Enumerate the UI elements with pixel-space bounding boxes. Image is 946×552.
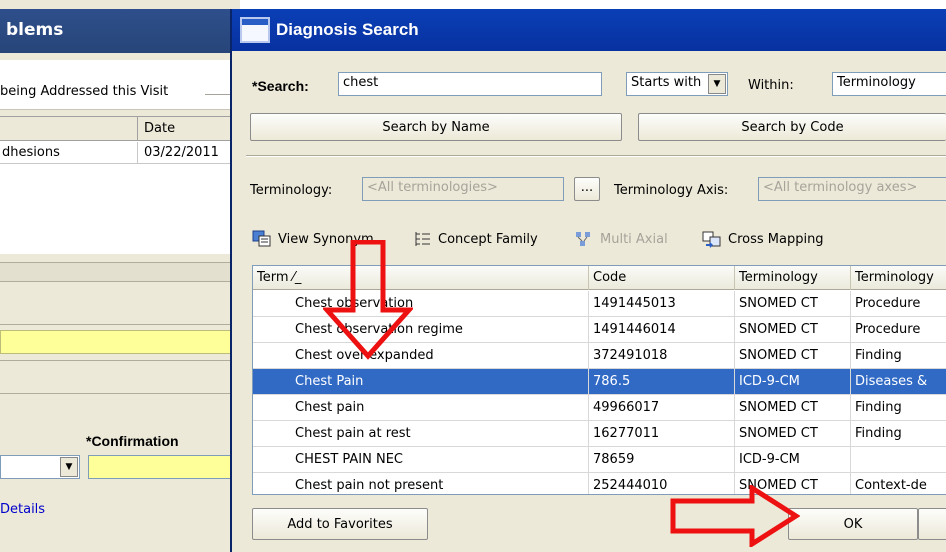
cancel-button[interactable] bbox=[918, 508, 946, 540]
confirmation-field[interactable] bbox=[88, 455, 236, 479]
terminology-column-header[interactable]: Terminology bbox=[735, 266, 851, 290]
code-cell: 78659 bbox=[589, 447, 735, 473]
search-by-name-button[interactable]: Search by Name bbox=[250, 113, 622, 141]
problems-table: Date dhesions 03/22/2011 bbox=[0, 116, 236, 254]
search-input[interactable]: chest bbox=[338, 72, 602, 96]
terminology-cell: ICD-9-CM bbox=[735, 447, 851, 473]
dialog-title-bar[interactable]: Diagnosis Search bbox=[232, 9, 946, 51]
background-dropdown[interactable]: ▼ bbox=[0, 455, 80, 479]
term-cell: Chest pain bbox=[253, 395, 589, 421]
problems-name-header[interactable] bbox=[0, 117, 138, 141]
code-cell: 49966017 bbox=[589, 395, 735, 421]
details-link[interactable]: Details bbox=[0, 502, 45, 517]
terminology-axis-label: Terminology Axis: bbox=[614, 183, 729, 198]
terminology-cell: SNOMED CT bbox=[735, 395, 851, 421]
axis-cell: Procedure bbox=[855, 296, 921, 311]
code-cell: 786.5 bbox=[589, 369, 735, 395]
background-panel-lower bbox=[0, 360, 236, 394]
add-to-favorites-button[interactable]: Add to Favorites bbox=[252, 508, 428, 540]
background-panel bbox=[0, 283, 236, 325]
match-mode-select[interactable]: Starts with ▼ bbox=[626, 72, 728, 96]
ok-button[interactable]: OK bbox=[788, 508, 918, 540]
cross-mapping-button[interactable]: Cross Mapping bbox=[702, 227, 824, 251]
dialog-title: Diagnosis Search bbox=[276, 20, 419, 39]
terminology-axis-field[interactable]: <All terminology axes> bbox=[758, 177, 946, 201]
axis-cell: Finding bbox=[855, 400, 902, 415]
table-row[interactable]: CHEST PAIN NEC 78659 ICD-9-CM bbox=[253, 447, 946, 473]
window-icon bbox=[240, 17, 270, 43]
multi-axial-icon bbox=[574, 230, 594, 248]
table-row[interactable]: Chest pain 49966017 SNOMED CT Finding bbox=[253, 395, 946, 421]
terminology-field[interactable]: <All terminologies> bbox=[362, 177, 564, 201]
table-row[interactable]: Chest Pain 786.5 ICD-9-CM Diseases & bbox=[253, 369, 946, 395]
problems-group-label: being Addressed this Visit bbox=[0, 84, 169, 99]
term-cell: Chest over-expanded bbox=[253, 343, 589, 369]
terminology-axis-column-header[interactable]: Terminology bbox=[851, 266, 946, 290]
code-cell: 372491018 bbox=[589, 343, 735, 369]
search-by-code-button[interactable]: Search by Code bbox=[638, 113, 946, 141]
code-cell: 16277011 bbox=[589, 421, 735, 447]
cross-mapping-label: Cross Mapping bbox=[728, 231, 824, 247]
concept-family-label: Concept Family bbox=[438, 231, 538, 247]
required-field[interactable] bbox=[0, 330, 236, 354]
terminology-cell: SNOMED CT bbox=[735, 291, 851, 317]
match-mode-value: Starts with bbox=[631, 75, 702, 90]
code-cell: 1491446014 bbox=[589, 317, 735, 343]
term-cell: CHEST PAIN NEC bbox=[253, 447, 589, 473]
concept-family-icon bbox=[412, 230, 432, 248]
problems-date-header[interactable]: Date bbox=[138, 117, 236, 141]
view-synonym-icon bbox=[252, 230, 272, 248]
terminology-cell: ICD-9-CM bbox=[735, 369, 851, 395]
table-row[interactable]: Chest pain at rest 16277011 SNOMED CT Fi… bbox=[253, 421, 946, 447]
cross-mapping-icon bbox=[702, 230, 722, 248]
chevron-down-icon[interactable]: ▼ bbox=[708, 74, 726, 94]
terminology-cell: SNOMED CT bbox=[735, 343, 851, 369]
browse-terminology-button[interactable]: ... bbox=[574, 177, 600, 201]
term-cell: Chest Pain bbox=[253, 369, 589, 395]
axis-cell: Diseases & bbox=[855, 374, 928, 389]
term-cell: Chest observation regime bbox=[253, 317, 589, 343]
within-select[interactable]: Terminology bbox=[832, 72, 946, 96]
concept-family-button[interactable]: Concept Family bbox=[412, 227, 538, 251]
term-cell: Chest observation bbox=[253, 291, 589, 317]
multi-axial-button[interactable]: Multi Axial bbox=[574, 227, 668, 251]
code-cell: 1491445013 bbox=[589, 291, 735, 317]
term-column-header[interactable]: Term ⁄_ bbox=[253, 266, 589, 290]
table-row[interactable]: Chest pain not present 252444010 SNOMED … bbox=[253, 473, 946, 494]
axis-cell: Finding bbox=[855, 426, 902, 441]
terminology-cell: SNOMED CT bbox=[735, 317, 851, 343]
axis-cell bbox=[851, 447, 946, 473]
divider bbox=[246, 155, 946, 157]
annotation-arrow-right-icon bbox=[670, 485, 800, 547]
term-cell: Chest pain at rest bbox=[253, 421, 589, 447]
code-column-header[interactable]: Code bbox=[589, 266, 735, 290]
problem-name-cell[interactable]: dhesions bbox=[0, 142, 138, 164]
search-label: *Search: bbox=[252, 78, 309, 94]
term-cell: Chest pain not present bbox=[253, 473, 589, 494]
axis-cell: Procedure bbox=[855, 322, 921, 337]
background-window-title: blems bbox=[0, 9, 236, 53]
within-label: Within: bbox=[748, 78, 794, 93]
chevron-down-icon[interactable]: ▼ bbox=[60, 457, 78, 477]
problem-date-cell[interactable]: 03/22/2011 bbox=[138, 142, 236, 164]
axis-cell: Finding bbox=[855, 348, 902, 363]
background-window: blems being Addressed this Visit Date dh… bbox=[0, 0, 240, 552]
multi-axial-label: Multi Axial bbox=[600, 231, 668, 247]
confirmation-label: *Confirmation bbox=[86, 433, 179, 449]
terminology-cell: SNOMED CT bbox=[735, 421, 851, 447]
annotation-arrow-down-icon bbox=[323, 240, 413, 360]
axis-cell: Context-de bbox=[855, 478, 927, 493]
background-splitter[interactable] bbox=[0, 262, 236, 282]
terminology-label: Terminology: bbox=[250, 183, 333, 198]
